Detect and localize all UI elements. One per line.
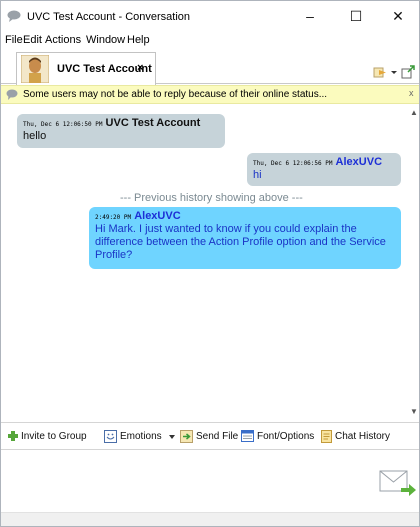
- message-text: hello: [23, 130, 47, 142]
- message-text: hi: [253, 169, 262, 181]
- menu-bar: File Edit Actions Window Help: [1, 32, 419, 48]
- chat-bubble-icon: [6, 89, 18, 100]
- chat-history-icon: [321, 430, 332, 443]
- message-outgoing: Thu, Dec 6 12:06:56 PM AlexUVC hi: [247, 153, 401, 186]
- chevron-down-icon[interactable]: [391, 65, 397, 79]
- next-tab-icon[interactable]: [373, 65, 387, 79]
- message-timestamp: Thu, Dec 6 12:06:50 PM: [23, 121, 103, 128]
- message-sender: AlexUVC: [335, 156, 383, 168]
- conversation-history: Thu, Dec 6 12:06:50 PM UVC Test Account …: [1, 105, 409, 421]
- plus-icon: [8, 431, 18, 441]
- message-outgoing: 2:49:20 PM AlexUVC Hi Mark. I just wante…: [89, 207, 401, 269]
- invite-to-group-button[interactable]: Invite to Group: [7, 430, 99, 444]
- message-input[interactable]: [1, 450, 419, 512]
- avatar: [21, 55, 49, 83]
- smiley-icon: [104, 430, 117, 443]
- chat-toolbar: Invite to Group Emotions Send File Font/…: [1, 422, 419, 450]
- message-timestamp: Thu, Dec 6 12:06:56 PM: [253, 160, 333, 167]
- chat-bubble-icon: [7, 10, 21, 22]
- close-button[interactable]: ✕: [375, 1, 420, 32]
- window-title: UVC Test Account - Conversation: [27, 11, 191, 23]
- menu-window[interactable]: Window: [86, 34, 125, 46]
- tab-uvc-test-account[interactable]: UVC Test Account ×: [16, 52, 156, 85]
- chevron-down-icon: [169, 435, 175, 439]
- send-file-label: Send File: [196, 431, 239, 442]
- chat-scrollbar[interactable]: ▲ ▼: [409, 105, 419, 421]
- scroll-up-icon[interactable]: ▲: [410, 108, 418, 117]
- online-status-notice: Some users may not be able to reply beca…: [1, 85, 419, 104]
- emotions-label: Emotions: [120, 431, 162, 442]
- message-timestamp: 2:49:20 PM: [95, 214, 132, 221]
- menu-edit[interactable]: Edit: [23, 34, 42, 46]
- conversation-window: UVC Test Account - Conversation – ☐ ✕ Fi…: [0, 0, 420, 527]
- invite-label: Invite to Group: [21, 431, 87, 442]
- font-options-button[interactable]: Font/Options: [241, 430, 317, 444]
- menu-actions[interactable]: Actions: [45, 34, 81, 46]
- send-file-button[interactable]: Send File: [180, 430, 238, 444]
- history-separator: --- Previous history showing above ---: [120, 192, 303, 204]
- menu-help[interactable]: Help: [127, 34, 150, 46]
- font-options-label: Font/Options: [257, 431, 315, 442]
- scroll-down-icon[interactable]: ▼: [410, 407, 418, 416]
- maximize-button[interactable]: ☐: [333, 1, 379, 32]
- status-bar: [1, 512, 419, 526]
- tab-close-button[interactable]: ×: [137, 62, 143, 74]
- send-message-icon[interactable]: [379, 469, 417, 499]
- minimize-button[interactable]: –: [287, 1, 333, 32]
- emotions-button[interactable]: Emotions: [104, 430, 176, 444]
- notice-text: Some users may not be able to reply beca…: [23, 89, 328, 100]
- notice-close-button[interactable]: x: [409, 88, 414, 98]
- message-text: Hi Mark. I just wanted to know if you co…: [95, 223, 386, 261]
- title-bar: UVC Test Account - Conversation – ☐ ✕: [1, 1, 419, 32]
- chat-history-label: Chat History: [335, 431, 391, 442]
- chat-history-button[interactable]: Chat History: [321, 430, 391, 444]
- message-sender: AlexUVC: [134, 210, 181, 222]
- message-sender: UVC Test Account: [105, 117, 201, 129]
- send-file-icon: [180, 430, 193, 443]
- detach-window-icon[interactable]: [401, 65, 415, 79]
- font-options-icon: [241, 430, 254, 442]
- message-incoming: Thu, Dec 6 12:06:50 PM UVC Test Account …: [17, 114, 225, 148]
- conversation-tab-bar: UVC Test Account ×: [1, 49, 419, 85]
- menu-file[interactable]: File: [5, 34, 23, 46]
